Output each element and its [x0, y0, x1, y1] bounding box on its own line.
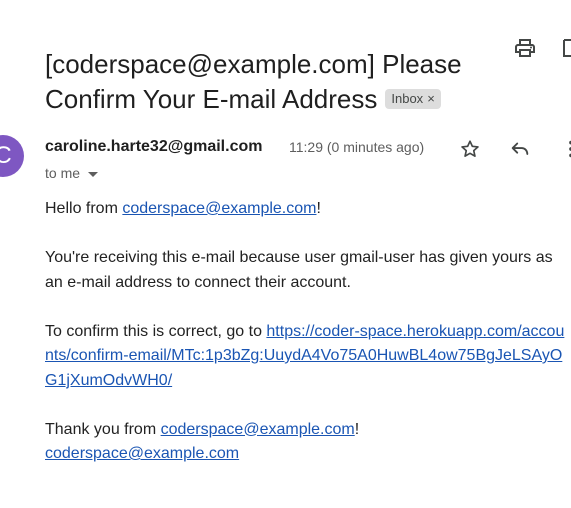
inbox-label-text: Inbox [391, 91, 424, 107]
reason-paragraph: You're receiving this e-mail because use… [45, 249, 553, 291]
thanks-text: Thank you from [45, 420, 161, 438]
chevron-down-icon[interactable] [88, 171, 99, 177]
confirm-paragraph: To confirm this is correct, go to https:… [45, 320, 565, 394]
thanks-email-link[interactable]: coderspace@example.com [161, 421, 355, 438]
recipient-line: to me [45, 165, 99, 181]
email-timestamp: 11:29 (0 minutes ago) [289, 139, 425, 155]
signature-email-link[interactable]: coderspace@example.com [45, 445, 239, 462]
thanks-punct: ! [354, 420, 360, 438]
inbox-label-chip[interactable]: Inbox × [385, 89, 441, 110]
greeting-email-link[interactable]: coderspace@example.com [122, 200, 316, 217]
email-view: [coderspace@example.com] Please Confirm … [0, 0, 571, 508]
open-in-new-window-icon[interactable] [560, 36, 571, 60]
sender-avatar[interactable]: C [0, 135, 24, 177]
email-body: Hello from coderspace@example.com! You'r… [45, 197, 565, 467]
thanks-paragraph: Thank you from coderspace@example.com! co… [45, 418, 565, 467]
recipient-text: to me [45, 165, 81, 181]
remove-label-button[interactable]: × [427, 89, 435, 109]
greeting-paragraph: Hello from coderspace@example.com! [45, 197, 565, 222]
greeting-punct: ! [316, 200, 321, 217]
confirm-text: To confirm this is correct, go to [45, 322, 267, 340]
more-vert-icon[interactable] [560, 138, 571, 160]
star-icon[interactable] [459, 138, 481, 160]
sender-name[interactable]: caroline.harte32@gmail.com [45, 138, 277, 156]
email-subject: [coderspace@example.com] Please Confirm … [45, 47, 505, 117]
print-icon[interactable] [513, 36, 537, 60]
reply-icon[interactable] [509, 138, 531, 160]
greeting-text: Hello from [45, 200, 123, 217]
